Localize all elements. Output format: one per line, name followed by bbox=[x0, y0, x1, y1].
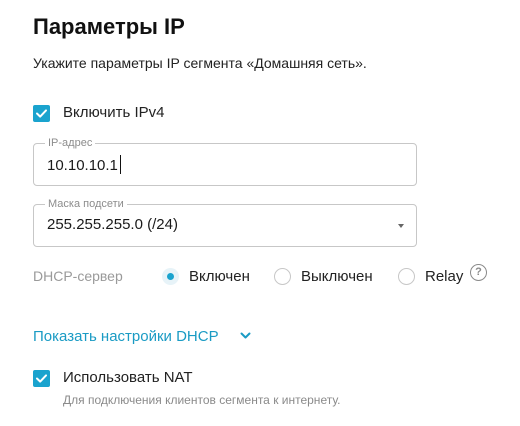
ip-address-input[interactable]: 10.10.10.1 bbox=[47, 155, 121, 174]
ip-settings-page: Параметры IP Укажите параметры IP сегмен… bbox=[0, 0, 520, 426]
text-cursor bbox=[119, 155, 121, 174]
ip-address-value: 10.10.10.1 bbox=[47, 157, 118, 174]
dropdown-arrow-icon[interactable] bbox=[398, 224, 404, 228]
use-nat-label[interactable]: Использовать NAT bbox=[63, 369, 193, 386]
question-circle-icon[interactable]: ? bbox=[470, 264, 487, 281]
subnet-mask-legend: Маска подсети bbox=[45, 197, 127, 211]
chevron-down-icon[interactable] bbox=[240, 331, 251, 340]
checkmark-icon bbox=[36, 374, 47, 383]
dhcp-enabled-label[interactable]: Включен bbox=[189, 268, 250, 285]
dhcp-disabled-label[interactable]: Выключен bbox=[301, 268, 373, 285]
dhcp-disabled-radio[interactable] bbox=[274, 268, 291, 285]
enable-ipv4-checkbox[interactable] bbox=[33, 105, 50, 122]
dhcp-enabled-radio[interactable] bbox=[162, 268, 179, 285]
use-nat-checkbox[interactable] bbox=[33, 370, 50, 387]
checkmark-icon bbox=[36, 109, 47, 118]
enable-ipv4-label[interactable]: Включить IPv4 bbox=[63, 104, 164, 121]
show-dhcp-settings-link[interactable]: Показать настройки DHCP bbox=[33, 328, 219, 345]
page-title: Параметры IP bbox=[33, 14, 185, 39]
dhcp-relay-label[interactable]: Relay bbox=[425, 268, 463, 285]
nat-hint: Для подключения клиентов сегмента к инте… bbox=[63, 393, 341, 407]
ip-address-field[interactable]: IP-адрес 10.10.10.1 bbox=[33, 136, 417, 186]
subnet-mask-value: 255.255.255.0 (/24) bbox=[47, 216, 178, 233]
subnet-mask-select[interactable]: Маска подсети 255.255.255.0 (/24) bbox=[33, 197, 417, 247]
dhcp-server-label: DHCP-сервер bbox=[33, 268, 123, 284]
ip-address-legend: IP-адрес bbox=[45, 136, 96, 150]
page-subtitle: Укажите параметры IP сегмента «Домашняя … bbox=[33, 55, 367, 71]
dhcp-relay-radio[interactable] bbox=[398, 268, 415, 285]
